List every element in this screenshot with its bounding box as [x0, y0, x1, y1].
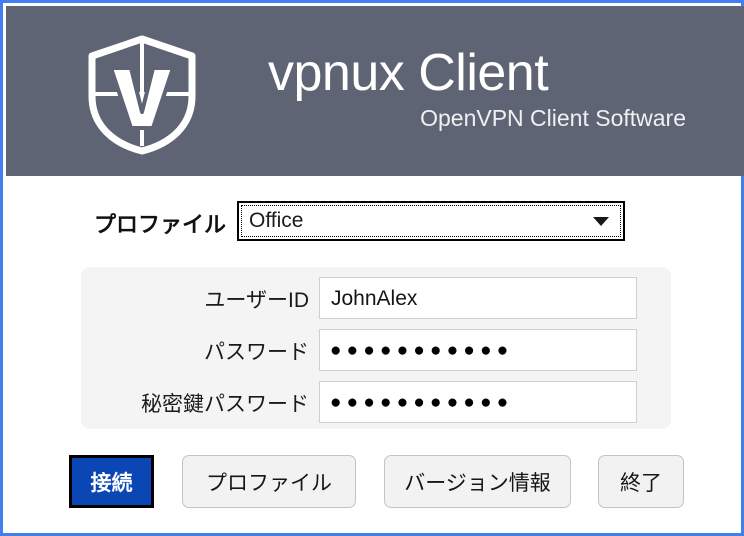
- button-bar: 接続 プロファイル バージョン情報 終了: [6, 455, 744, 513]
- app-title-block: vpnux Client OpenVPN Client Software: [268, 44, 688, 132]
- field-row-private-key-password: 秘密鍵パスワード ●●●●●●●●●●●: [81, 381, 671, 423]
- credentials-panel: ユーザーID JohnAlex パスワード ●●●●●●●●●●● 秘密鍵パスワ…: [81, 267, 671, 429]
- connect-button[interactable]: 接続: [69, 455, 154, 508]
- password-value: ●●●●●●●●●●●: [330, 340, 514, 361]
- private-key-password-value: ●●●●●●●●●●●: [330, 392, 514, 413]
- chevron-down-icon[interactable]: [593, 217, 609, 226]
- password-label: パスワード: [204, 341, 309, 364]
- profile-button[interactable]: プロファイル: [182, 455, 356, 508]
- exit-button[interactable]: 終了: [598, 455, 684, 508]
- vpnux-client-window: vpnux Client OpenVPN Client Software プロフ…: [0, 0, 744, 536]
- profile-row: プロファイル Office: [6, 199, 744, 247]
- profile-label: プロファイル: [93, 212, 226, 237]
- userid-input[interactable]: JohnAlex: [319, 277, 637, 319]
- profile-select[interactable]: Office: [237, 201, 625, 241]
- shield-v-logo-icon: [88, 35, 196, 155]
- userid-value: JohnAlex: [331, 287, 418, 310]
- field-row-userid: ユーザーID JohnAlex: [81, 277, 671, 319]
- userid-label: ユーザーID: [204, 289, 309, 312]
- field-row-password: パスワード ●●●●●●●●●●●: [81, 329, 671, 371]
- private-key-password-label: 秘密鍵パスワード: [141, 393, 309, 416]
- version-info-button[interactable]: バージョン情報: [384, 455, 571, 508]
- private-key-password-input[interactable]: ●●●●●●●●●●●: [319, 381, 637, 423]
- app-header-banner: vpnux Client OpenVPN Client Software: [6, 6, 744, 176]
- page-title: vpnux Client: [268, 44, 549, 102]
- app-subtitle: OpenVPN Client Software: [420, 105, 686, 131]
- profile-selected-value: Office: [249, 209, 304, 232]
- password-input[interactable]: ●●●●●●●●●●●: [319, 329, 637, 371]
